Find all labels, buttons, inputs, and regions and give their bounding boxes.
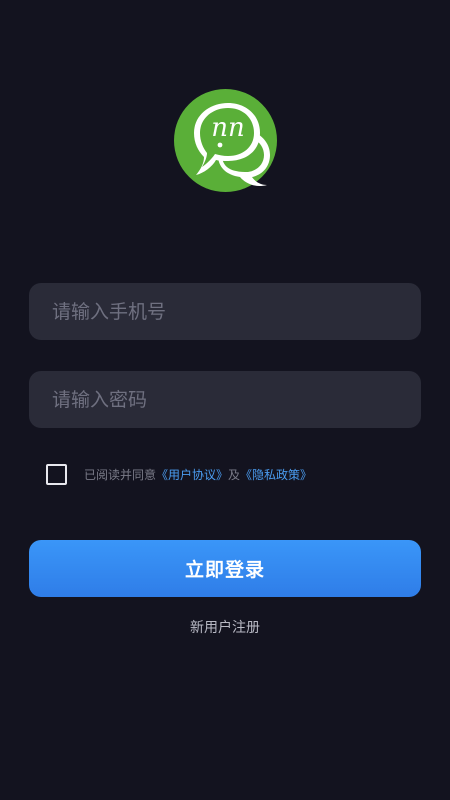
phone-input[interactable]	[29, 283, 421, 340]
app-logo: nn	[174, 89, 277, 192]
register-link[interactable]: 新用户注册	[0, 617, 450, 637]
privacy-policy-link[interactable]: 《隐私政策》	[240, 468, 312, 482]
password-field[interactable]	[29, 371, 421, 428]
agreement-row: 已阅读并同意《用户协议》及《隐私政策》	[46, 463, 312, 485]
login-button[interactable]: 立即登录	[29, 540, 421, 597]
agreement-checkbox[interactable]	[46, 463, 67, 485]
agreement-conjunction: 及	[228, 467, 241, 482]
agreement-text: 已阅读并同意《用户协议》及《隐私政策》	[84, 466, 312, 483]
chat-bubble-logo-icon: nn	[174, 89, 277, 192]
user-agreement-link[interactable]: 《用户协议》	[156, 468, 228, 482]
agreement-prefix: 已阅读并同意	[84, 467, 157, 482]
svg-text:nn: nn	[211, 113, 245, 143]
phone-field[interactable]	[29, 283, 421, 340]
password-input[interactable]	[29, 371, 421, 428]
